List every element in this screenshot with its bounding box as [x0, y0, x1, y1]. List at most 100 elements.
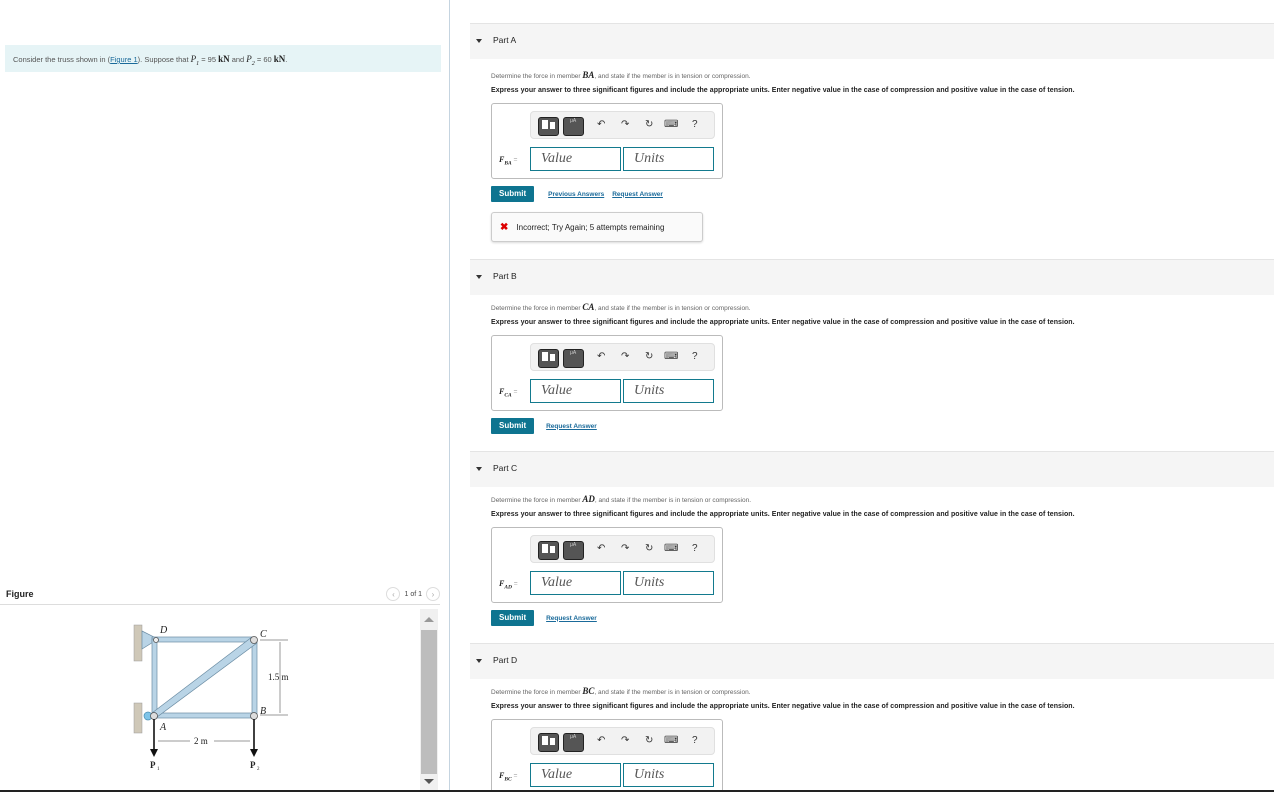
label-p2: P	[250, 760, 256, 770]
collapse-triangle-icon	[476, 275, 482, 279]
submit-button[interactable]: Submit	[491, 418, 535, 434]
math-toolbar: μA ↶ ↷ ↻ ⌨ ?	[530, 727, 715, 755]
help-icon[interactable]: ?	[692, 543, 698, 554]
redo-icon[interactable]: ↷	[621, 735, 629, 746]
submit-button[interactable]: Submit	[491, 610, 535, 626]
redo-icon[interactable]: ↷	[621, 351, 629, 362]
part-d-header[interactable]: Part D	[470, 643, 1274, 679]
figure-pager: ‹ 1 of 1 ›	[386, 587, 440, 601]
symbols-button[interactable]: μA	[563, 733, 584, 752]
reset-icon[interactable]: ↻	[645, 119, 653, 130]
variable-label: FCA =	[499, 387, 517, 399]
question-text: Determine the force in member	[491, 689, 583, 696]
scroll-up-icon[interactable]	[424, 617, 434, 622]
intro-text: and	[229, 55, 247, 64]
question-text: Determine the force in member	[491, 497, 583, 504]
question-text: , and state if the member is in tension …	[594, 689, 751, 696]
math-toolbar: μA ↶ ↷ ↻ ⌨ ?	[530, 111, 715, 139]
units-input[interactable]: Units	[623, 571, 714, 595]
previous-answers-link[interactable]: Previous Answers	[548, 191, 604, 198]
value-input[interactable]: Value	[530, 571, 621, 595]
submit-button[interactable]: Submit	[491, 186, 535, 202]
member-bc	[251, 638, 258, 717]
dim-width-label: 2 m	[194, 736, 208, 746]
templates-button[interactable]	[538, 117, 559, 136]
var-sub: BC	[504, 776, 512, 783]
collapse-triangle-icon	[476, 659, 482, 663]
symbols-icon: μA	[570, 350, 577, 356]
undo-icon[interactable]: ↶	[597, 735, 605, 746]
templates-button[interactable]	[538, 733, 559, 752]
part-d: Part D Determine the force in member BC,…	[470, 643, 1274, 790]
p1-symbol: P1	[191, 54, 200, 67]
keyboard-icon[interactable]: ⌨	[664, 351, 678, 362]
templates-button[interactable]	[538, 541, 559, 560]
help-icon[interactable]: ?	[692, 351, 698, 362]
part-a-header[interactable]: Part A	[470, 23, 1274, 59]
p2-symbol: P2	[246, 54, 255, 67]
template-icon	[550, 546, 555, 553]
figure-link[interactable]: Figure 1	[110, 55, 138, 64]
request-answer-link[interactable]: Request Answer	[546, 615, 597, 622]
redo-icon[interactable]: ↷	[621, 119, 629, 130]
symbols-button[interactable]: μA	[563, 117, 584, 136]
figure-header: Figure ‹ 1 of 1 ›	[0, 585, 440, 605]
label-a: A	[159, 722, 167, 733]
scroll-down-icon[interactable]	[424, 779, 434, 784]
request-answer-link[interactable]: Request Answer	[612, 191, 663, 198]
symbols-button[interactable]: μA	[563, 541, 584, 560]
units-input[interactable]: Units	[623, 147, 714, 171]
undo-icon[interactable]: ↶	[597, 543, 605, 554]
problem-pane: Consider the truss shown in (Figure 1). …	[0, 0, 450, 790]
part-a-answer-box: μA ↶ ↷ ↻ ⌨ ? FBA = Value Units	[491, 103, 723, 179]
part-b-header[interactable]: Part B	[470, 259, 1274, 295]
reset-icon[interactable]: ↻	[645, 351, 653, 362]
feedback-message: ✖ Incorrect; Try Again; 5 attempts remai…	[491, 212, 703, 242]
redo-icon[interactable]: ↷	[621, 543, 629, 554]
symbols-icon: μA	[570, 542, 577, 548]
question-text: , and state if the member is in tension …	[594, 73, 751, 80]
units-input[interactable]: Units	[623, 379, 714, 403]
scroll-thumb[interactable]	[421, 630, 437, 774]
member-ad	[151, 638, 158, 717]
part-a: Part A Determine the force in member BA,…	[470, 23, 1274, 248]
p2-value: = 60	[254, 55, 274, 64]
part-a-title: Part A	[493, 35, 517, 45]
undo-icon[interactable]: ↶	[597, 351, 605, 362]
joint-a	[150, 712, 158, 720]
reset-icon[interactable]: ↻	[645, 735, 653, 746]
collapse-triangle-icon	[476, 39, 482, 43]
template-icon	[542, 544, 548, 553]
reset-icon[interactable]: ↻	[645, 543, 653, 554]
p2-unit: kN	[273, 54, 286, 64]
keyboard-icon[interactable]: ⌨	[664, 119, 678, 130]
part-b-question: Determine the force in member CA, and st…	[491, 302, 751, 312]
templates-button[interactable]	[538, 349, 559, 368]
request-answer-link[interactable]: Request Answer	[546, 423, 597, 430]
part-c-title: Part C	[493, 463, 518, 473]
load-p2-arrowhead	[250, 749, 258, 757]
value-input[interactable]: Value	[530, 763, 621, 787]
math-toolbar: μA ↶ ↷ ↻ ⌨ ?	[530, 343, 715, 371]
member-name: BA	[582, 70, 595, 80]
help-icon[interactable]: ?	[692, 119, 698, 130]
units-input[interactable]: Units	[623, 763, 714, 787]
question-text: Determine the force in member	[491, 73, 583, 80]
figure-page-indicator: 1 of 1	[404, 590, 422, 598]
value-input[interactable]: Value	[530, 379, 621, 403]
label-p1: P	[150, 760, 156, 770]
prev-figure-button[interactable]: ‹	[386, 587, 401, 601]
keyboard-icon[interactable]: ⌨	[664, 735, 678, 746]
keyboard-icon[interactable]: ⌨	[664, 543, 678, 554]
undo-icon[interactable]: ↶	[597, 119, 605, 130]
variable-label: FBA =	[499, 155, 517, 167]
figure-scrollbar[interactable]	[420, 609, 438, 790]
intro-text: Consider the truss shown in (	[13, 55, 111, 64]
symbols-button[interactable]: μA	[563, 349, 584, 368]
help-icon[interactable]: ?	[692, 735, 698, 746]
part-c-header[interactable]: Part C	[470, 451, 1274, 487]
value-input[interactable]: Value	[530, 147, 621, 171]
member-name: AD	[582, 494, 595, 504]
template-icon	[550, 738, 555, 745]
next-figure-button[interactable]: ›	[426, 587, 440, 601]
